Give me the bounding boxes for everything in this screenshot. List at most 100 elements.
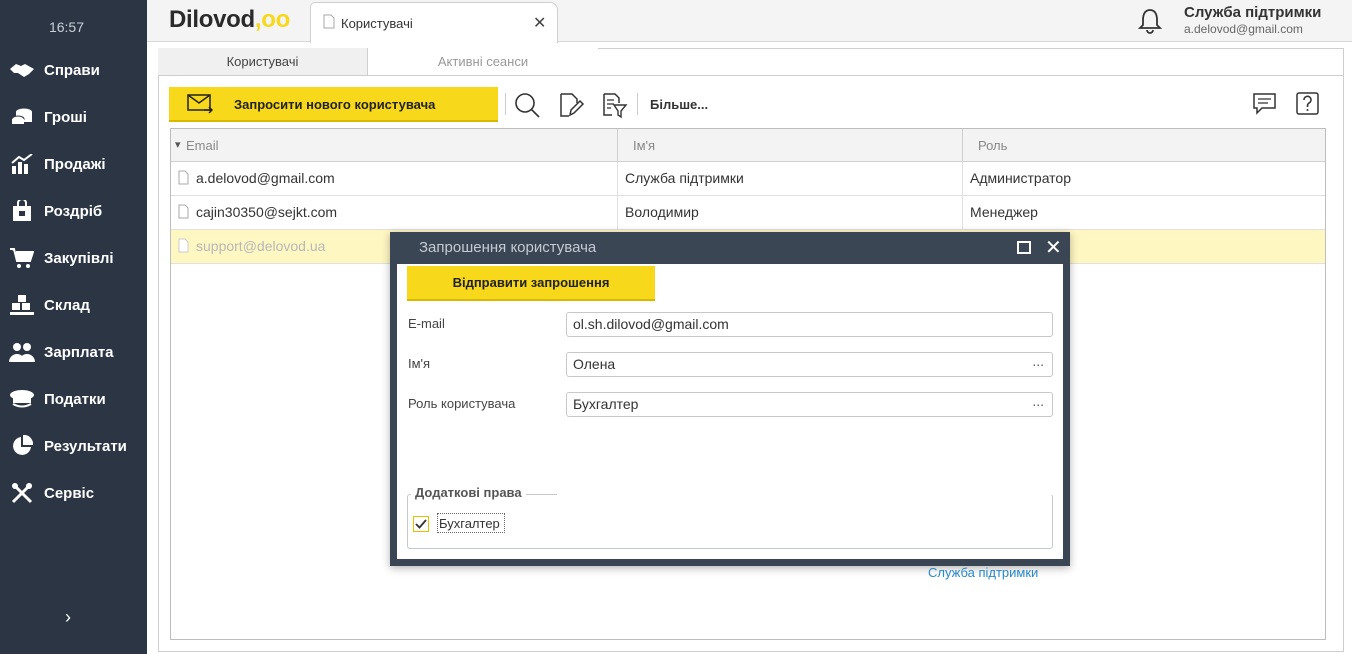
table-row[interactable]: a.delovod@gmail.com Служба підтримки Адм… <box>171 162 1325 196</box>
bell-icon[interactable] <box>1137 8 1163 39</box>
search-icon[interactable] <box>513 91 541 119</box>
document-icon <box>178 170 189 188</box>
maximize-icon[interactable] <box>1017 241 1031 254</box>
column-header-name[interactable]: Ім'я <box>617 129 962 162</box>
divider <box>557 493 1057 495</box>
sort-icon: ▾ <box>175 139 181 151</box>
document-icon <box>323 14 335 34</box>
sidebar-item-label: Справи <box>44 61 100 79</box>
pie-chart-icon <box>9 434 35 458</box>
logo-suffix: ,oo <box>254 6 290 33</box>
sidebar-item-rezultaty[interactable]: Результати <box>0 431 147 461</box>
dialog-title: Запрошення користувача <box>419 239 597 256</box>
document-icon <box>178 204 189 222</box>
close-icon[interactable]: ✕ <box>1045 235 1062 260</box>
dialog-body: Відправити запрошення E-mail ol.sh.dilov… <box>397 264 1063 580</box>
user-name[interactable]: Служба підтримки <box>1184 4 1321 21</box>
tools-icon <box>9 481 35 505</box>
send-invitation-button[interactable]: Відправити запрошення <box>407 266 655 301</box>
sidebar: 16:57 Справи Гроші Продажі Роздріб Закуп… <box>0 0 147 654</box>
handshake-icon <box>9 58 35 82</box>
extra-rights-title: Додаткові права <box>411 485 526 500</box>
more-menu[interactable]: Більше... <box>650 97 708 112</box>
filter-document-icon[interactable] <box>601 91 629 119</box>
sidebar-item-label: Гроші <box>44 108 87 126</box>
cell-name: Служба підтримки <box>625 170 744 186</box>
invite-user-label: Запросити нового користувача <box>234 97 436 112</box>
name-value: Олена <box>573 356 616 372</box>
coins-icon <box>9 105 35 129</box>
checkmark-icon <box>415 519 427 529</box>
invite-user-dialog: Запрошення користувача ✕ Відправити запр… <box>390 232 1070 580</box>
edit-icon[interactable] <box>557 91 585 119</box>
email-value: ol.sh.dilovod@gmail.com <box>573 316 729 332</box>
clock: 16:57 <box>48 19 85 35</box>
logo: Dilovod,oo <box>169 6 290 34</box>
name-field[interactable]: Олена... <box>566 352 1053 377</box>
divider <box>505 93 506 115</box>
name-picker-button[interactable]: ... <box>1032 350 1044 373</box>
column-header-role[interactable]: Роль <box>962 129 1325 162</box>
people-icon <box>9 340 35 364</box>
cell-name: Володимир <box>625 204 699 220</box>
sidebar-item-label: Податки <box>44 390 106 408</box>
divider <box>637 93 638 115</box>
cell-email: cajin30350@sejkt.com <box>196 204 338 220</box>
sidebar-item-groshi[interactable]: Гроші <box>0 102 147 132</box>
envelope-icon <box>187 94 214 119</box>
sidebar-item-rozdrib[interactable]: Роздріб <box>0 196 147 226</box>
topbar: Dilovod,oo Користувачі ✕ Служба підтримк… <box>147 0 1352 43</box>
subtab-active-sessions[interactable]: Активні сеанси <box>368 48 598 76</box>
logo-text: Dilovod <box>169 6 255 33</box>
table-header: ▾ Email Ім'я Роль <box>171 129 1325 162</box>
table-row[interactable]: cajin30350@sejkt.com Володимир Менеджер <box>171 196 1325 230</box>
divider <box>158 75 1344 76</box>
role-picker-button[interactable]: ... <box>1032 390 1044 413</box>
boxes-icon <box>9 293 35 317</box>
cell-role: Администратор <box>970 170 1072 186</box>
sidebar-item-servis[interactable]: Сервіс <box>0 478 147 508</box>
sub-tabs: Користувачі Активні сеанси <box>158 48 1344 76</box>
role-label: Роль користувача <box>408 396 516 411</box>
sidebar-item-label: Роздріб <box>44 202 103 220</box>
cell-role: Менеджер <box>970 204 1038 220</box>
user-email: a.delovod@gmail.com <box>1184 22 1303 36</box>
column-header-label: Email <box>186 138 219 153</box>
divider <box>617 162 618 230</box>
sidebar-item-spravy[interactable]: Справи <box>0 55 147 85</box>
tab-label: Користувачі <box>341 16 413 31</box>
sidebar-item-sklad[interactable]: Склад <box>0 290 147 320</box>
invite-user-button[interactable]: Запросити нового користувача <box>169 87 498 122</box>
divider <box>962 162 963 230</box>
sidebar-item-zarplata[interactable]: Зарплата <box>0 337 147 367</box>
help-icon[interactable] <box>1295 91 1323 119</box>
role-field[interactable]: Бухгалтер... <box>566 392 1053 417</box>
subtab-users[interactable]: Користувачі <box>158 48 368 76</box>
sidebar-item-podatky[interactable]: Податки <box>0 384 147 414</box>
extra-right-label[interactable]: Бухгалтер <box>437 513 505 533</box>
sidebar-item-zakupivli[interactable]: Закупівлі <box>0 243 147 273</box>
sidebar-item-label: Сервіс <box>44 484 95 502</box>
support-link[interactable]: Служба підтримки <box>928 565 1038 580</box>
close-icon[interactable]: ✕ <box>533 13 546 33</box>
sidebar-item-label: Склад <box>44 296 90 314</box>
shopping-bag-icon <box>9 199 35 223</box>
name-label: Ім'я <box>408 356 431 371</box>
email-field[interactable]: ol.sh.dilovod@gmail.com <box>566 312 1053 337</box>
chart-icon <box>9 152 35 176</box>
cart-icon <box>9 246 35 270</box>
role-value: Бухгалтер <box>573 396 639 412</box>
cell-email: a.delovod@gmail.com <box>196 170 335 186</box>
sidebar-expand-button[interactable]: › <box>60 607 76 631</box>
extra-right-checkbox[interactable] <box>413 516 429 532</box>
sidebar-item-label: Результати <box>44 437 127 455</box>
sidebar-item-label: Продажі <box>44 155 106 173</box>
sidebar-item-prodazhi[interactable]: Продажі <box>0 149 147 179</box>
tab-users[interactable]: Користувачі ✕ <box>310 2 558 43</box>
sidebar-item-label: Закупівлі <box>44 249 114 267</box>
email-label: E-mail <box>408 316 445 331</box>
officer-cap-icon <box>9 387 35 411</box>
sidebar-item-label: Зарплата <box>44 343 114 361</box>
comment-icon[interactable] <box>1252 91 1280 119</box>
column-header-email[interactable]: ▾ Email <box>171 129 617 162</box>
